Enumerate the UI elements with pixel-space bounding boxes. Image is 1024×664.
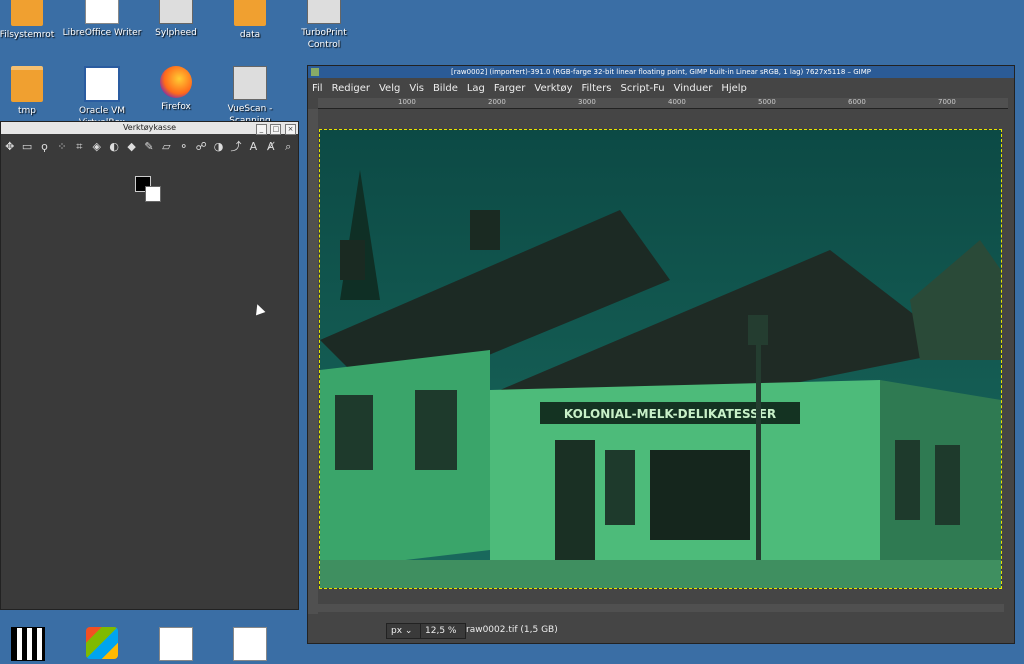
menu-velg[interactable]: Velg <box>379 83 400 94</box>
folder-icon <box>11 66 43 102</box>
desktop-icon-firefox[interactable]: Firefox <box>136 66 216 113</box>
zoom-select[interactable]: 12,5 % <box>420 623 466 639</box>
fuzzy-select-icon[interactable]: ⁘ <box>54 139 69 155</box>
free-select-icon[interactable]: ϙ <box>37 139 52 155</box>
virtualbox-icon <box>84 66 120 102</box>
desktop-icon-blank-doc[interactable] <box>210 627 290 664</box>
text-icon[interactable]: A <box>246 139 261 155</box>
menu-hjelp[interactable]: Hjelp <box>721 83 747 94</box>
desktop-icon-libreoffice-writer[interactable]: LibreOffice Writer <box>62 0 142 39</box>
gimp-image-window: [raw0002] (importert)-391.0 (RGB-farge 3… <box>307 65 1015 644</box>
menu-vis[interactable]: Vis <box>409 83 424 94</box>
printer-icon <box>307 0 341 24</box>
path-icon[interactable]: ⤴ <box>228 139 243 155</box>
vertical-ruler[interactable] <box>308 109 318 614</box>
desktop-icon-vuescan[interactable]: VueScan - Scanning <box>210 66 290 127</box>
ruler-tick: 1000 <box>398 98 416 106</box>
folder-icon <box>234 0 266 26</box>
menu-filters[interactable]: Filters <box>582 83 612 94</box>
menu-vinduer[interactable]: Vinduer <box>674 83 713 94</box>
smudge-icon[interactable]: ☍ <box>193 139 208 155</box>
toolbox-titlebar[interactable]: Verktøykasse _ □ × <box>1 122 298 135</box>
eraser-icon[interactable]: ▱ <box>159 139 174 155</box>
menu-verktoy[interactable]: Verktøy <box>534 83 572 94</box>
zoom-icon[interactable]: ⌕ <box>281 139 296 155</box>
transform-icon[interactable]: ◈ <box>89 139 104 155</box>
desktop-icon-data[interactable]: data <box>210 0 290 41</box>
desktop-icon-virtualbox[interactable]: Oracle VM VirtualBox <box>62 66 142 129</box>
unit-select[interactable]: px ⌄ <box>386 623 422 639</box>
color-swatches[interactable] <box>135 176 165 206</box>
desktop-icon-sylpheed[interactable]: Sylpheed <box>136 0 216 39</box>
menu-lag[interactable]: Lag <box>467 83 485 94</box>
shop-sign: KOLONIAL-MELK-DELIKATESSER <box>564 407 776 421</box>
menu-bilde[interactable]: Bilde <box>433 83 458 94</box>
menu-fil[interactable]: Fil <box>312 83 323 94</box>
toolbox-window: Verktøykasse _ □ × ✥ ▭ ϙ ⁘ ⌗ ◈ ◐ ◆ ✎ ▱ ⚬… <box>0 121 299 610</box>
paintbrush-icon[interactable]: ✎ <box>141 139 156 155</box>
clone-icon[interactable]: ⚬ <box>176 139 191 155</box>
ruler-tick: 6000 <box>848 98 866 106</box>
maximize-button[interactable]: □ <box>270 124 282 135</box>
desktop-icon-video[interactable] <box>0 627 68 664</box>
tool-palette: ✥ ▭ ϙ ⁘ ⌗ ◈ ◐ ◆ ✎ ▱ ⚬ ☍ ◑ ⤴ A Ⱥ ⌕ <box>1 134 298 159</box>
close-button[interactable]: × <box>285 124 296 135</box>
firefox-icon <box>160 66 192 98</box>
ruler-tick: 2000 <box>488 98 506 106</box>
color-picker-icon[interactable]: Ⱥ <box>263 139 278 155</box>
desktop-icon-text-doc[interactable] <box>136 627 216 664</box>
image-photo: KOLONIAL-MELK-DELIKATESSER <box>320 130 1001 588</box>
menu-farger[interactable]: Farger <box>494 83 526 94</box>
background-color[interactable] <box>145 186 161 202</box>
desktop-icon-tmp[interactable]: tmp <box>0 66 67 117</box>
file-info: raw0002.tif (1,5 GB) <box>466 625 558 635</box>
horizontal-scrollbar[interactable] <box>318 604 1004 612</box>
blank-document-icon <box>233 627 267 661</box>
menu-rediger[interactable]: Rediger <box>332 83 370 94</box>
crop-icon[interactable]: ⌗ <box>72 139 87 155</box>
warp-icon[interactable]: ◐ <box>106 139 121 155</box>
ruler-tick: 7000 <box>938 98 956 106</box>
dodge-icon[interactable]: ◑ <box>211 139 226 155</box>
gimp-title: [raw0002] (importert)-391.0 (RGB-farge 3… <box>451 68 871 76</box>
ruler-tick: 3000 <box>578 98 596 106</box>
bucket-fill-icon[interactable]: ◆ <box>124 139 139 155</box>
gimp-window-icon <box>311 68 319 76</box>
video-clapper-icon <box>11 627 45 661</box>
desktop-icon-turboprint[interactable]: TurboPrint Control <box>284 0 364 51</box>
ruler-tick: 4000 <box>668 98 686 106</box>
move-icon[interactable]: ✥ <box>2 139 17 155</box>
statusbar: px ⌄ 12,5 % raw0002.tif (1,5 GB) <box>308 617 1014 643</box>
toolbox-title: Verktøykasse <box>122 123 177 132</box>
image-canvas[interactable]: KOLONIAL-MELK-DELIKATESSER <box>319 129 1002 589</box>
windows-logo-icon <box>86 627 118 659</box>
desktop-icon-filsystemrot[interactable]: Filsystemrot <box>0 0 67 41</box>
rectangle-select-icon[interactable]: ▭ <box>19 139 34 155</box>
gimp-titlebar[interactable]: [raw0002] (importert)-391.0 (RGB-farge 3… <box>308 66 1014 78</box>
writer-document-icon <box>85 0 119 24</box>
folder-icon <box>11 0 43 26</box>
menu-script-fu[interactable]: Script-Fu <box>620 83 664 94</box>
desktop-icon-windows[interactable] <box>62 627 142 662</box>
minimize-button[interactable]: _ <box>255 124 267 135</box>
menubar: Fil Rediger Velg Vis Bilde Lag Farger Ve… <box>308 78 1014 98</box>
text-document-icon <box>159 627 193 661</box>
horizontal-ruler[interactable]: 1000 2000 3000 4000 5000 6000 7000 <box>318 98 1008 109</box>
mail-client-icon <box>159 0 193 24</box>
scanner-icon <box>233 66 267 100</box>
ruler-tick: 5000 <box>758 98 776 106</box>
